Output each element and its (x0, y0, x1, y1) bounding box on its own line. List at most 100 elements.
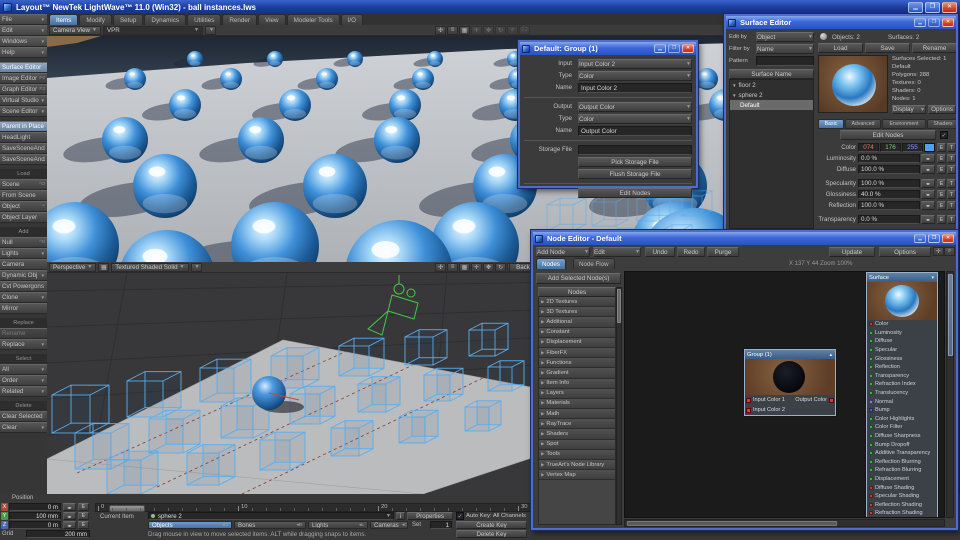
shade-mode-dropdown[interactable]: Textured Shaded Solid▼ (111, 263, 188, 272)
item-type-bones[interactable]: Bones◂B (234, 521, 306, 529)
set-field[interactable]: 1 (430, 521, 452, 529)
canvas-vscrollbar[interactable] (946, 271, 954, 518)
surface-channel-refraction-shading[interactable]: Refraction Shading (867, 509, 937, 518)
undo-button[interactable]: Undo (645, 247, 675, 257)
node-category-math[interactable]: ▶Math (539, 409, 615, 419)
output-dropdown[interactable]: Output Color▼ (578, 102, 692, 112)
pattern-input[interactable] (756, 56, 814, 66)
sidebar-item-camera[interactable]: Camera (0, 259, 47, 270)
purge-button[interactable]: Purge (707, 247, 739, 257)
node-category-shaders[interactable]: ▶Shaders (539, 429, 615, 439)
node-category-trueart-s-node-library[interactable]: ▶TrueArt's Node Library (539, 460, 615, 470)
node-category-additional[interactable]: ▶Additional (539, 317, 615, 327)
options-button[interactable]: Options (928, 105, 956, 114)
current-item-dropdown[interactable]: sphere 2 ▼ (148, 512, 394, 520)
create-key-button[interactable]: Create Key (456, 521, 527, 529)
item-type-objects[interactable]: Objects◂O (148, 521, 232, 529)
sidebar-item-scene-editor[interactable]: Scene Editor▼ (0, 106, 47, 117)
sidebar-menu-file[interactable]: File▼ (0, 14, 47, 25)
input-port-icon[interactable] (746, 398, 751, 403)
view-mode-dropdown[interactable]: Camera View▼ (49, 26, 101, 35)
spinner-icon[interactable]: ◂▸ (921, 215, 935, 224)
preview-toggle-icon[interactable] (820, 33, 827, 40)
surface-channel-normal[interactable]: Normal (867, 397, 937, 406)
group-window-titlebar[interactable]: Default: Group (1) ▁❐✕ (520, 42, 696, 55)
sidebar-item-dynamic-obj[interactable]: Dynamic Obj▼ (0, 270, 47, 281)
zoom-icon[interactable]: ⌕ (507, 26, 518, 35)
tab-utilities[interactable]: Utilities (187, 14, 221, 25)
spinner-icon[interactable]: ◂▸ (921, 190, 935, 199)
view-mode-dropdown[interactable]: Perspective▼ (49, 263, 96, 272)
sidebar-item-surface-editor[interactable]: Surface Editor (0, 62, 47, 73)
restore-icon[interactable]: ❐ (928, 18, 940, 27)
tab-shaders[interactable]: Shaders (927, 119, 956, 129)
flush-storage-file-button[interactable]: Flush Storage File (578, 169, 692, 179)
surface-channel-luminosity[interactable]: Luminosity (867, 329, 937, 338)
sidebar-item-graph-editor[interactable]: Graph EditorF2 (0, 84, 47, 95)
node-category-tools[interactable]: ▶Tools (539, 450, 615, 460)
node-category-2d-textures[interactable]: ▶2D Textures (539, 297, 615, 307)
minimize-icon[interactable]: ▁ (914, 18, 926, 27)
surface-channel-color-filter[interactable]: Color Filter (867, 423, 937, 432)
surface-list-item-floor-2[interactable]: ▼floor 2 (730, 80, 813, 90)
sidebar-item-image-editor[interactable]: Image EditorF6 (0, 73, 47, 84)
sidebar-item-mirror[interactable]: Mirror (0, 303, 47, 314)
close-icon[interactable]: ✕ (942, 18, 954, 27)
grid-icon[interactable]: ▦ (98, 263, 109, 272)
sidebar-item-object[interactable]: Object+ (0, 201, 47, 212)
color-b-field[interactable]: 255 (902, 143, 923, 152)
edit-nodes-button[interactable]: Edit Nodes (578, 188, 692, 198)
tab-modeler-tools[interactable]: Modeler Tools (287, 14, 340, 25)
sidebar-item-clear-selected[interactable]: Clear Selected (0, 411, 47, 422)
restore-icon[interactable]: ❐ (928, 234, 940, 243)
sidebar-item-savesceneandal[interactable]: SaveSceneAndAL (0, 143, 47, 154)
group-node[interactable]: Group (1)▲Input Color 1Output ColorInput… (744, 349, 836, 416)
surface-channel-translucency[interactable]: Translucency (867, 389, 937, 398)
envelope-button[interactable]: E (937, 143, 946, 152)
surface-list-item-sphere-2[interactable]: ▼sphere 2 (730, 90, 813, 100)
spinner-icon[interactable]: ◂▸ (921, 165, 935, 174)
timeline-ruler[interactable]: 0102030 (95, 503, 532, 512)
spinner-icon[interactable]: ◂▸ (921, 179, 935, 188)
tab-view[interactable]: View (258, 14, 286, 25)
rename-button[interactable]: Rename (912, 43, 956, 53)
texture-button[interactable]: T (947, 143, 956, 152)
envelope-button[interactable]: E (937, 201, 946, 210)
surface-channel-color-highlights[interactable]: Color Highlights (867, 415, 937, 424)
item-type-cameras[interactable]: Cameras◂C (370, 521, 408, 529)
texture-button[interactable]: T (947, 165, 956, 174)
spinner-icon[interactable]: ◂▸ (63, 521, 76, 529)
x-axis-badge[interactable]: X (1, 503, 8, 511)
y-axis-badge[interactable]: Y (1, 512, 8, 520)
node-category-constant[interactable]: ▶Constant (539, 328, 615, 338)
z-envelope-button[interactable]: E (78, 521, 89, 529)
pan-icon[interactable]: ✛ (471, 263, 482, 272)
surface-channel-refraction-index[interactable]: Refraction Index (867, 380, 937, 389)
surface-channel-transparency[interactable]: Transparency (867, 372, 937, 381)
x-position-field[interactable]: 0 m (9, 503, 61, 511)
texture-button[interactable]: T (947, 154, 956, 163)
texture-button[interactable]: T (947, 201, 956, 210)
close-icon[interactable]: ✕ (942, 2, 957, 13)
sidebar-item-null[interactable]: Null^N (0, 237, 47, 248)
spinner-icon[interactable]: ◂▸ (921, 201, 935, 210)
close-icon[interactable]: ✕ (942, 234, 954, 243)
texture-button[interactable]: T (947, 179, 956, 188)
surface-channel-displacement[interactable]: Displacement (867, 475, 937, 484)
tab-items[interactable]: Items (49, 14, 78, 25)
spinner-icon[interactable]: ◂▸ (63, 512, 76, 520)
surface-channel-reflection[interactable]: Reflection (867, 363, 937, 372)
node-category-fiberfx[interactable]: ▶FiberFX (539, 348, 615, 358)
move-icon[interactable]: ✥ (483, 263, 494, 272)
display-dropdown[interactable]: Display▼ (892, 105, 926, 114)
surface-channel-glossiness[interactable]: Glossiness (867, 354, 937, 363)
close-icon[interactable]: ✕ (682, 44, 694, 53)
auto-key-checkbox[interactable]: ✓ (456, 512, 464, 520)
minimize-icon[interactable]: ▁ (914, 234, 926, 243)
reflection-field[interactable]: 100.0 % (858, 201, 920, 210)
rotate-icon[interactable]: ↻ (495, 263, 506, 272)
group-node-header[interactable]: Group (1)▲ (745, 350, 835, 359)
sidebar-item-lights[interactable]: Lights▼ (0, 248, 47, 259)
envelope-button[interactable]: E (937, 179, 946, 188)
sidebar-menu-help[interactable]: Help▼ (0, 47, 47, 58)
